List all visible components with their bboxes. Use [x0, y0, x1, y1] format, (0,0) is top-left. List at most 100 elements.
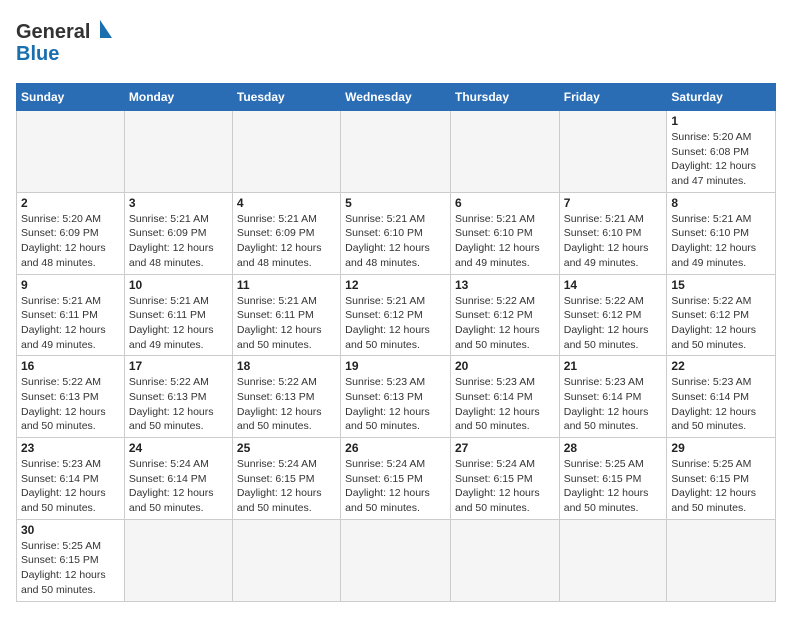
day-number: 30: [21, 523, 120, 537]
calendar-cell: 23Sunrise: 5:23 AM Sunset: 6:14 PM Dayli…: [17, 438, 125, 520]
calendar-cell: [450, 111, 559, 193]
calendar-week-5: 23Sunrise: 5:23 AM Sunset: 6:14 PM Dayli…: [17, 438, 776, 520]
calendar-cell: 19 Sunrise: 5:23 AM Sunset: 6:13 PM Dayli…: [341, 356, 451, 438]
day-info: Sunrise: 5:22 AM Sunset: 6:12 PM Dayligh…: [564, 294, 663, 353]
calendar-cell: 20 Sunrise: 5:23 AM Sunset: 6:14 PM Dayli…: [450, 356, 559, 438]
calendar-weekday-monday: Monday: [124, 84, 232, 111]
calendar-weekday-sunday: Sunday: [17, 84, 125, 111]
day-info: Sunrise: 5:20 AM Sunset: 6:08 PM Dayligh…: [671, 130, 771, 189]
day-info: Sunrise: 5:25 AM Sunset: 6:15 PM Dayligh…: [21, 539, 120, 598]
calendar-cell: 22 Sunrise: 5:23 AM Sunset: 6:14 PM Dayli…: [667, 356, 776, 438]
day-info: Sunrise: 5:20 AM Sunset: 6:09 PM Dayligh…: [21, 212, 120, 271]
day-info: Sunrise: 5:21 AM Sunset: 6:10 PM Dayligh…: [671, 212, 771, 271]
day-number: 1: [671, 114, 771, 128]
calendar-table: SundayMondayTuesdayWednesdayThursdayFrid…: [16, 83, 776, 602]
day-number: 20: [455, 359, 555, 373]
calendar-cell: [341, 519, 451, 601]
day-info: Sunrise: 5:23 AM Sunset: 6:13 PM Dayligh…: [345, 375, 446, 434]
calendar-cell: [124, 111, 232, 193]
day-info: Sunrise: 5:21 AM Sunset: 6:11 PM Dayligh…: [21, 294, 120, 353]
day-number: 3: [129, 196, 228, 210]
calendar-cell: 4 Sunrise: 5:21 AM Sunset: 6:09 PM Daylig…: [232, 192, 340, 274]
calendar-cell: 5 Sunrise: 5:21 AM Sunset: 6:10 PM Daylig…: [341, 192, 451, 274]
calendar-cell: [667, 519, 776, 601]
calendar-cell: 26Sunrise: 5:24 AM Sunset: 6:15 PM Dayli…: [341, 438, 451, 520]
day-info: Sunrise: 5:23 AM Sunset: 6:14 PM Dayligh…: [455, 375, 555, 434]
day-number: 6: [455, 196, 555, 210]
calendar-cell: 12 Sunrise: 5:21 AM Sunset: 6:12 PM Dayli…: [341, 274, 451, 356]
day-info: Sunrise: 5:21 AM Sunset: 6:09 PM Dayligh…: [129, 212, 228, 271]
day-number: 25: [237, 441, 336, 455]
day-info: Sunrise: 5:22 AM Sunset: 6:12 PM Dayligh…: [455, 294, 555, 353]
calendar-cell: 7Sunrise: 5:21 AM Sunset: 6:10 PM Daylig…: [559, 192, 667, 274]
day-info: Sunrise: 5:21 AM Sunset: 6:11 PM Dayligh…: [129, 294, 228, 353]
calendar-cell: 18 Sunrise: 5:22 AM Sunset: 6:13 PM Dayli…: [232, 356, 340, 438]
day-number: 14: [564, 278, 663, 292]
day-number: 7: [564, 196, 663, 210]
day-info: Sunrise: 5:21 AM Sunset: 6:12 PM Dayligh…: [345, 294, 446, 353]
day-number: 5: [345, 196, 446, 210]
day-info: Sunrise: 5:21 AM Sunset: 6:10 PM Dayligh…: [345, 212, 446, 271]
day-info: Sunrise: 5:21 AM Sunset: 6:10 PM Dayligh…: [455, 212, 555, 271]
calendar-cell: 17 Sunrise: 5:22 AM Sunset: 6:13 PM Dayli…: [124, 356, 232, 438]
calendar-cell: [232, 111, 340, 193]
page-header: GeneralBlue: [16, 16, 776, 71]
day-number: 18: [237, 359, 336, 373]
calendar-week-2: 2 Sunrise: 5:20 AM Sunset: 6:09 PM Daylig…: [17, 192, 776, 274]
calendar-cell: 25 Sunrise: 5:24 AM Sunset: 6:15 PM Dayli…: [232, 438, 340, 520]
day-info: Sunrise: 5:21 AM Sunset: 6:11 PM Dayligh…: [237, 294, 336, 353]
calendar-cell: 14 Sunrise: 5:22 AM Sunset: 6:12 PM Dayli…: [559, 274, 667, 356]
day-info: Sunrise: 5:22 AM Sunset: 6:13 PM Dayligh…: [129, 375, 228, 434]
day-number: 24: [129, 441, 228, 455]
day-info: Sunrise: 5:24 AM Sunset: 6:15 PM Dayligh…: [237, 457, 336, 516]
calendar-cell: 9 Sunrise: 5:21 AM Sunset: 6:11 PM Daylig…: [17, 274, 125, 356]
day-number: 4: [237, 196, 336, 210]
calendar-cell: 29Sunrise: 5:25 AM Sunset: 6:15 PM Dayli…: [667, 438, 776, 520]
calendar-weekday-tuesday: Tuesday: [232, 84, 340, 111]
day-number: 15: [671, 278, 771, 292]
calendar-cell: 1 Sunrise: 5:20 AM Sunset: 6:08 PM Daylig…: [667, 111, 776, 193]
day-info: Sunrise: 5:24 AM Sunset: 6:14 PM Dayligh…: [129, 457, 228, 516]
logo: GeneralBlue: [16, 16, 126, 71]
calendar-cell: [124, 519, 232, 601]
day-number: 26: [345, 441, 446, 455]
calendar-cell: [559, 111, 667, 193]
day-info: Sunrise: 5:23 AM Sunset: 6:14 PM Dayligh…: [671, 375, 771, 434]
day-info: Sunrise: 5:22 AM Sunset: 6:13 PM Dayligh…: [21, 375, 120, 434]
day-number: 17: [129, 359, 228, 373]
day-info: Sunrise: 5:21 AM Sunset: 6:09 PM Dayligh…: [237, 212, 336, 271]
day-info: Sunrise: 5:22 AM Sunset: 6:12 PM Dayligh…: [671, 294, 771, 353]
calendar-cell: 2 Sunrise: 5:20 AM Sunset: 6:09 PM Daylig…: [17, 192, 125, 274]
day-info: Sunrise: 5:22 AM Sunset: 6:13 PM Dayligh…: [237, 375, 336, 434]
calendar-cell: 21 Sunrise: 5:23 AM Sunset: 6:14 PM Dayli…: [559, 356, 667, 438]
calendar-weekday-friday: Friday: [559, 84, 667, 111]
calendar-cell: [17, 111, 125, 193]
calendar-week-6: 30 Sunrise: 5:25 AM Sunset: 6:15 PM Dayli…: [17, 519, 776, 601]
day-number: 9: [21, 278, 120, 292]
day-info: Sunrise: 5:24 AM Sunset: 6:15 PM Dayligh…: [455, 457, 555, 516]
day-number: 13: [455, 278, 555, 292]
calendar-cell: [341, 111, 451, 193]
day-number: 22: [671, 359, 771, 373]
calendar-cell: 30 Sunrise: 5:25 AM Sunset: 6:15 PM Dayli…: [17, 519, 125, 601]
day-number: 12: [345, 278, 446, 292]
calendar-cell: 28Sunrise: 5:25 AM Sunset: 6:15 PM Dayli…: [559, 438, 667, 520]
calendar-cell: 13 Sunrise: 5:22 AM Sunset: 6:12 PM Dayli…: [450, 274, 559, 356]
calendar-week-4: 16Sunrise: 5:22 AM Sunset: 6:13 PM Dayli…: [17, 356, 776, 438]
day-number: 8: [671, 196, 771, 210]
day-info: Sunrise: 5:23 AM Sunset: 6:14 PM Dayligh…: [564, 375, 663, 434]
day-info: Sunrise: 5:25 AM Sunset: 6:15 PM Dayligh…: [564, 457, 663, 516]
day-number: 21: [564, 359, 663, 373]
svg-text:Blue: Blue: [16, 43, 59, 65]
day-number: 2: [21, 196, 120, 210]
calendar-cell: 11Sunrise: 5:21 AM Sunset: 6:11 PM Dayli…: [232, 274, 340, 356]
calendar-cell: 3 Sunrise: 5:21 AM Sunset: 6:09 PM Daylig…: [124, 192, 232, 274]
generalblue-logo: GeneralBlue: [16, 16, 126, 71]
day-number: 19: [345, 359, 446, 373]
calendar-cell: 10Sunrise: 5:21 AM Sunset: 6:11 PM Dayli…: [124, 274, 232, 356]
day-number: 23: [21, 441, 120, 455]
calendar-cell: 8 Sunrise: 5:21 AM Sunset: 6:10 PM Daylig…: [667, 192, 776, 274]
calendar-cell: 24 Sunrise: 5:24 AM Sunset: 6:14 PM Dayli…: [124, 438, 232, 520]
calendar-week-1: 1 Sunrise: 5:20 AM Sunset: 6:08 PM Daylig…: [17, 111, 776, 193]
calendar-week-3: 9 Sunrise: 5:21 AM Sunset: 6:11 PM Daylig…: [17, 274, 776, 356]
